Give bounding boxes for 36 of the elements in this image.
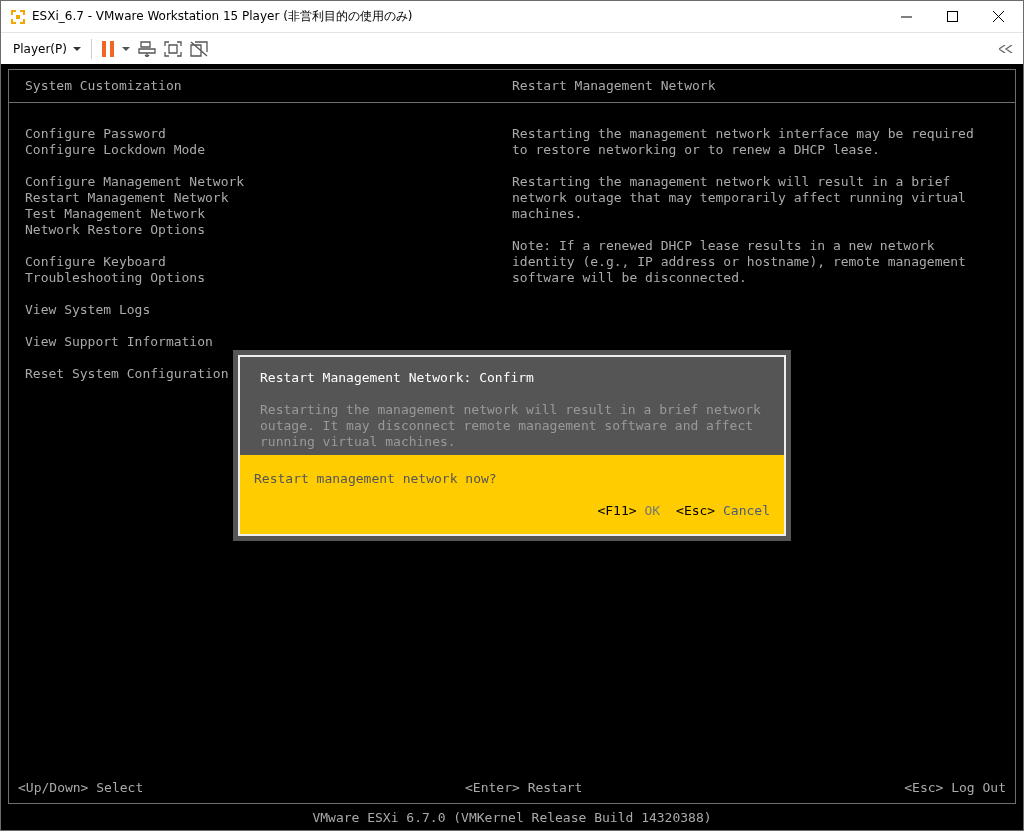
- send-keys-icon[interactable]: [137, 40, 156, 57]
- panel-heading: System Customization: [25, 78, 183, 94]
- collapse-icon[interactable]: [999, 44, 1013, 53]
- fullscreen-icon[interactable]: [163, 40, 182, 57]
- caret-icon[interactable]: [72, 46, 81, 51]
- caret-icon[interactable]: [121, 46, 130, 51]
- player-menu[interactable]: Player(P): [13, 41, 67, 56]
- menu-item[interactable]: Configure Keyboard: [25, 254, 166, 269]
- dialog-action-button[interactable]: <Esc> Cancel: [676, 503, 770, 519]
- menu-item[interactable]: Configure Password: [25, 126, 166, 141]
- build-info: VMware ESXi 6.7.0 (VMKernel Release Build 14320388): [311, 809, 713, 827]
- menu-item[interactable]: Reset System Configuration: [25, 366, 229, 381]
- key-hint: <Enter> Restart: [465, 780, 583, 796]
- menu-item[interactable]: Test Management Network: [25, 206, 205, 221]
- maximize-icon[interactable]: [946, 11, 958, 22]
- menu-item[interactable]: View System Logs: [25, 302, 151, 317]
- key-hint: <Esc> Log Out: [904, 780, 1006, 796]
- window-title: ESXi_6.7 - VMware Workstation 15 Player (非営利目的の使用のみ): [32, 8, 414, 25]
- dialog-title: Restart Management Network: Confirm: [260, 370, 535, 386]
- description-text: Restarting the management network interface may be required to restore networking or to renew a DHCP lease.: [512, 126, 975, 158]
- key-hint: <Up/Down> Select: [18, 780, 144, 796]
- close-icon[interactable]: [992, 11, 1004, 22]
- description-text: Note: If a renewed DHCP lease results in a new network identity (e.g., IP address or hostname), remote management software will be disconnected.: [512, 238, 967, 286]
- menu-item[interactable]: Configure Management Network: [25, 174, 245, 189]
- dialog-message: Restarting the management network will result in a brief network outage. It may disconnect remote management software and affect running virtual machines.: [260, 402, 762, 450]
- dialog-question: Restart management network now?: [254, 471, 497, 486]
- dialog-action-button[interactable]: <F11> OK: [597, 503, 661, 519]
- menu-item[interactable]: View Support Information: [25, 334, 213, 349]
- menu-item[interactable]: Network Restore Options: [25, 222, 205, 237]
- menu-item[interactable]: Configure Lockdown Mode: [25, 142, 205, 157]
- pause-icon[interactable]: [101, 40, 114, 57]
- description-text: Restarting the management network will result in a brief network outage that may temporarily affect running virtual machines.: [512, 174, 967, 222]
- menu-item[interactable]: Restart Management Network: [25, 190, 229, 205]
- panel-heading: Restart Management Network: [512, 78, 717, 94]
- menu-item[interactable]: Troubleshooting Options: [25, 270, 205, 285]
- app-icon: [10, 8, 26, 25]
